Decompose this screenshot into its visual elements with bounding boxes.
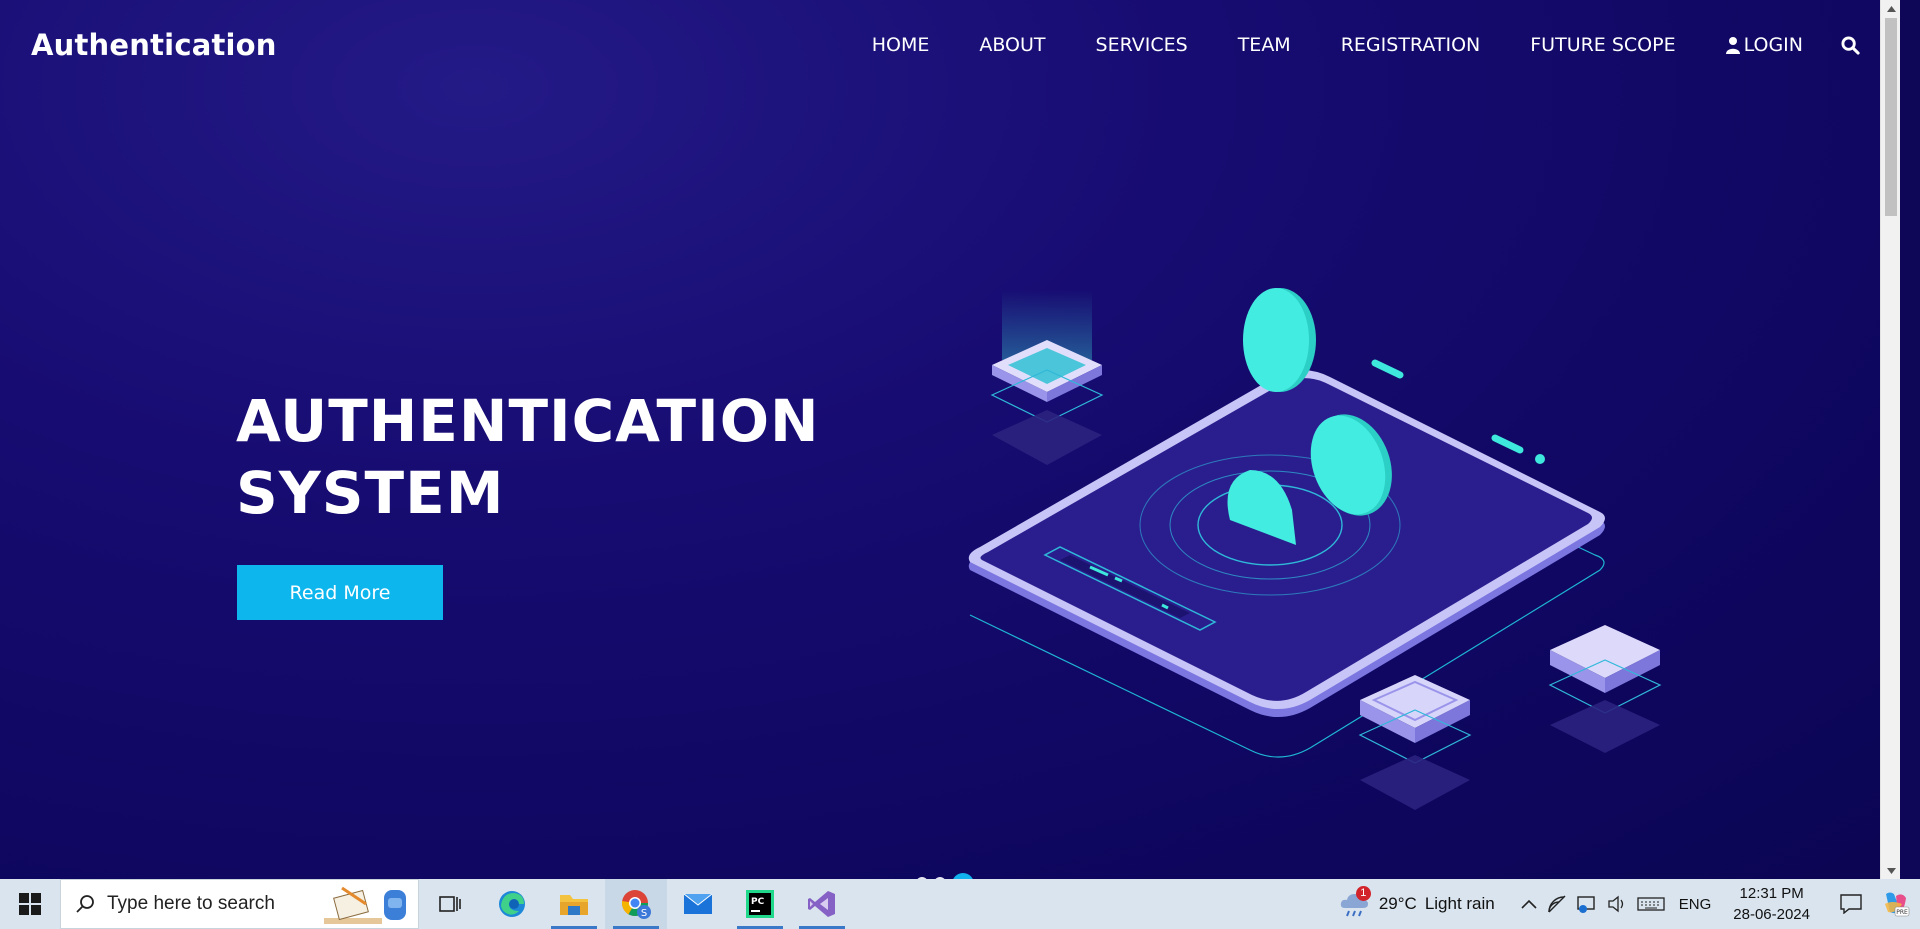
volume-icon[interactable]	[1607, 895, 1627, 913]
input-language[interactable]: ENG	[1679, 896, 1712, 913]
nav-search-button[interactable]	[1841, 35, 1860, 55]
nav-future-scope[interactable]: FUTURE SCOPE	[1530, 34, 1675, 56]
taskbar-chrome[interactable]: S	[605, 879, 667, 929]
scroll-down-arrow[interactable]	[1881, 862, 1900, 879]
search-icon	[76, 895, 94, 913]
nav-team[interactable]: TEAM	[1238, 34, 1291, 56]
carousel-indicators	[916, 871, 974, 879]
taskbar-mail[interactable]	[667, 879, 729, 929]
weather-widget[interactable]: 1 29°C Light rain	[1339, 886, 1495, 918]
windows-icon	[19, 893, 41, 915]
scroll-up-arrow[interactable]	[1881, 0, 1900, 17]
keyboard-icon[interactable]	[1637, 896, 1665, 912]
weather-badge: 1	[1355, 886, 1371, 901]
read-more-button[interactable]: Read More	[237, 565, 443, 620]
brand-logo[interactable]: Authentication	[31, 28, 277, 62]
clock-date: 28-06-2024	[1733, 906, 1810, 923]
clock-time: 12:31 PM	[1739, 885, 1804, 902]
taskbar-file-explorer[interactable]	[543, 879, 605, 929]
nav-services[interactable]: SERVICES	[1096, 34, 1188, 56]
search-icon	[1841, 35, 1860, 55]
pycharm-icon: PC	[746, 890, 774, 918]
main-nav: HOME ABOUT SERVICES TEAM REGISTRATION FU…	[872, 34, 1860, 56]
page-viewport: Authentication HOME ABOUT SERVICES TEAM …	[0, 0, 1900, 879]
display-icon[interactable]	[1577, 895, 1597, 913]
nav-login[interactable]: LOGIN	[1725, 34, 1803, 56]
chrome-icon: S	[621, 890, 651, 919]
user-icon	[1725, 37, 1740, 54]
chevron-up-icon[interactable]	[1521, 899, 1537, 909]
svg-text:PC: PC	[751, 897, 765, 907]
hero-title-line2: SYSTEM	[236, 459, 505, 527]
svg-text:S: S	[641, 908, 647, 919]
chevron-up-icon	[1886, 5, 1896, 12]
nav-about[interactable]: ABOUT	[979, 34, 1045, 56]
phone-illustration	[968, 288, 1662, 810]
nav-home[interactable]: HOME	[872, 34, 930, 56]
search-highlight-icon	[324, 886, 406, 924]
mail-icon	[683, 893, 713, 914]
taskbar: Type here to search S PC 1 29°C Light ra…	[0, 879, 1920, 929]
taskbar-edge[interactable]	[481, 879, 543, 929]
taskbar-search-placeholder: Type here to search	[107, 893, 275, 914]
taskbar-pycharm[interactable]: PC	[729, 879, 791, 929]
folder-icon	[560, 895, 588, 915]
notifications-icon[interactable]	[1840, 894, 1862, 914]
taskbar-search-box[interactable]: Type here to search	[60, 879, 419, 929]
weather-description: Light rain	[1424, 894, 1495, 913]
weather-temp: 29°C	[1378, 894, 1417, 913]
network-icon[interactable]	[1547, 895, 1567, 913]
copilot-icon[interactable]: PRE	[1880, 890, 1910, 918]
taskbar-visual-studio[interactable]	[791, 879, 853, 929]
hero-title: AUTHENTICATION SYSTEM	[236, 385, 820, 529]
nav-registration[interactable]: REGISTRATION	[1341, 34, 1481, 56]
hero-title-line1: AUTHENTICATION	[236, 387, 820, 455]
task-view-icon	[439, 896, 461, 912]
visual-studio-icon	[808, 891, 835, 917]
svg-text:PRE: PRE	[1896, 909, 1908, 916]
edge-icon	[499, 891, 525, 917]
chevron-down-icon	[1886, 867, 1896, 874]
nav-login-label: LOGIN	[1743, 34, 1803, 56]
scrollbar-thumb[interactable]	[1885, 18, 1897, 216]
system-tray: 1 29°C Light rain ENG 12:31 PM 28-06-202…	[1339, 879, 1920, 929]
tray-icons	[1521, 895, 1665, 913]
taskbar-clock[interactable]: 12:31 PM 28-06-2024	[1733, 883, 1810, 925]
page-scrollbar[interactable]	[1880, 0, 1900, 879]
task-view-button[interactable]	[419, 879, 481, 929]
start-button[interactable]	[0, 879, 60, 929]
